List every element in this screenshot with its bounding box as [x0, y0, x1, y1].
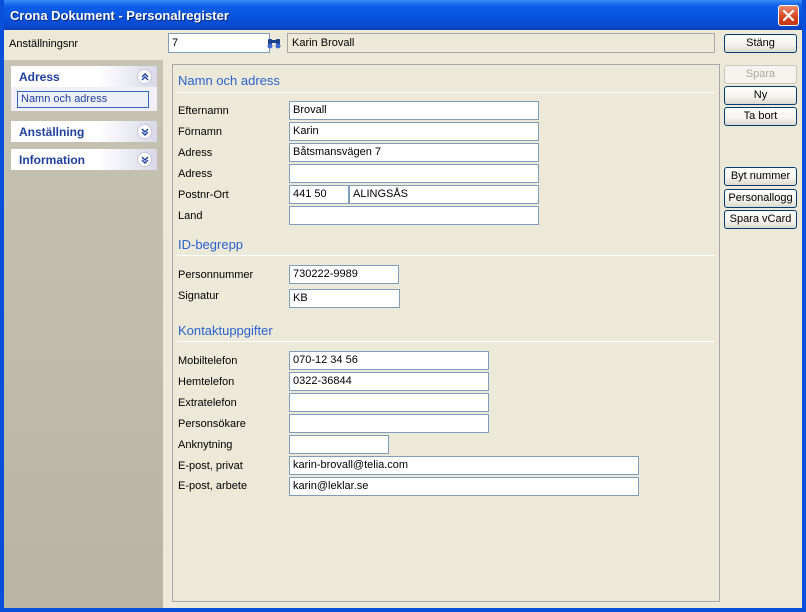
- section-title-contact: Kontaktuppgifter: [178, 323, 273, 338]
- sidebar-group-label: Adress: [19, 70, 60, 84]
- email-private-label: E-post, privat: [178, 460, 243, 472]
- home-phone-field[interactable]: 0322-36844: [289, 372, 489, 391]
- firstname-label: Förnamn: [178, 126, 223, 138]
- sidebar-group-anstallning: Anställning: [11, 121, 157, 142]
- email-work-label: E-post, arbete: [178, 480, 248, 492]
- save-button[interactable]: Spara: [724, 65, 797, 84]
- mobile-field[interactable]: 070-12 34 56: [289, 351, 489, 370]
- pnr-label: Personnummer: [178, 269, 254, 281]
- section-title-name-address: Namn och adress: [178, 73, 280, 88]
- extra-phone-field[interactable]: [289, 393, 489, 412]
- pnr-field[interactable]: 730222-9989: [289, 265, 399, 284]
- close-button[interactable]: Stäng: [724, 34, 797, 53]
- sidebar-group-header-information[interactable]: Information: [11, 149, 157, 170]
- window-title: Crona Dokument - Personalregister: [10, 8, 229, 23]
- form-panel: Namn och adress Efternamn Brovall Förnam…: [172, 64, 720, 602]
- top-toolbar: Anställningsnr 7 Karin Brovall Stäng: [4, 30, 802, 58]
- address1-field[interactable]: Båtsmansvägen 7: [289, 143, 539, 162]
- signature-field[interactable]: KB: [289, 289, 400, 308]
- sidebar-item-namn-och-adress[interactable]: Namn och adress: [17, 91, 149, 108]
- save-vcard-button[interactable]: Spara vCard: [724, 210, 797, 229]
- section-divider: [177, 92, 715, 93]
- postal-code-field[interactable]: 441 50: [289, 185, 349, 204]
- sidebar-group-adress: Adress Namn och adress: [11, 66, 157, 111]
- delete-button[interactable]: Ta bort: [724, 107, 797, 126]
- firstname-field[interactable]: Karin: [289, 122, 539, 141]
- close-icon: [783, 10, 794, 21]
- country-label: Land: [178, 210, 203, 222]
- email-work-field[interactable]: karin@leklar.se: [289, 477, 639, 496]
- personnel-log-button[interactable]: Personallogg: [724, 189, 797, 208]
- action-buttons: Spara Ny Ta bort Byt nummer Personallogg…: [724, 60, 802, 608]
- address2-field[interactable]: [289, 164, 539, 183]
- address2-label: Adress: [178, 168, 213, 180]
- sidebar-group-label: Information: [19, 153, 85, 167]
- address1-label: Adress: [178, 147, 213, 159]
- employee-number-label: Anställningsnr: [9, 38, 79, 50]
- email-private-field[interactable]: karin-brovall@telia.com: [289, 456, 639, 475]
- employee-number-input[interactable]: 7: [168, 33, 270, 53]
- change-number-button[interactable]: Byt nummer: [724, 167, 797, 186]
- lastname-field[interactable]: Brovall: [289, 101, 539, 120]
- sidebar-group-body-adress: Namn och adress: [11, 87, 157, 111]
- sidebar-group-information: Information: [11, 149, 157, 170]
- extra-phone-label: Extratelefon: [178, 397, 237, 409]
- section-title-id: ID-begrepp: [178, 237, 244, 252]
- city-field[interactable]: ALINGSÅS: [349, 185, 539, 204]
- home-phone-label: Hemtelefon: [178, 376, 235, 388]
- section-divider: [177, 341, 715, 342]
- section-divider: [177, 255, 715, 256]
- sidebar-group-header-adress[interactable]: Adress: [11, 66, 157, 87]
- close-window-button[interactable]: [778, 5, 799, 26]
- postal-label: Postnr-Ort: [178, 189, 229, 201]
- lastname-label: Efternamn: [178, 105, 229, 117]
- binoculars-icon[interactable]: [266, 35, 282, 51]
- country-field[interactable]: [289, 206, 539, 225]
- sidebar-group-header-anstallning[interactable]: Anställning: [11, 121, 157, 142]
- app-window: Crona Dokument - Personalregister Anstäl…: [0, 0, 806, 612]
- sidebar-group-label: Anställning: [19, 125, 85, 139]
- extension-label: Anknytning: [178, 439, 233, 451]
- title-bar[interactable]: Crona Dokument - Personalregister: [4, 0, 802, 30]
- pager-label: Personsökare: [178, 418, 246, 430]
- sidebar: Adress Namn och adress Anställning Infor…: [4, 60, 163, 608]
- signature-label: Signatur: [178, 290, 219, 302]
- chevron-up-icon[interactable]: [137, 69, 152, 84]
- extension-field[interactable]: [289, 435, 389, 454]
- pager-field[interactable]: [289, 414, 489, 433]
- chevron-down-icon[interactable]: [137, 124, 152, 139]
- new-button[interactable]: Ny: [724, 86, 797, 105]
- mobile-label: Mobiltelefon: [178, 355, 238, 367]
- chevron-down-icon[interactable]: [137, 152, 152, 167]
- employee-name-display: Karin Brovall: [287, 33, 715, 53]
